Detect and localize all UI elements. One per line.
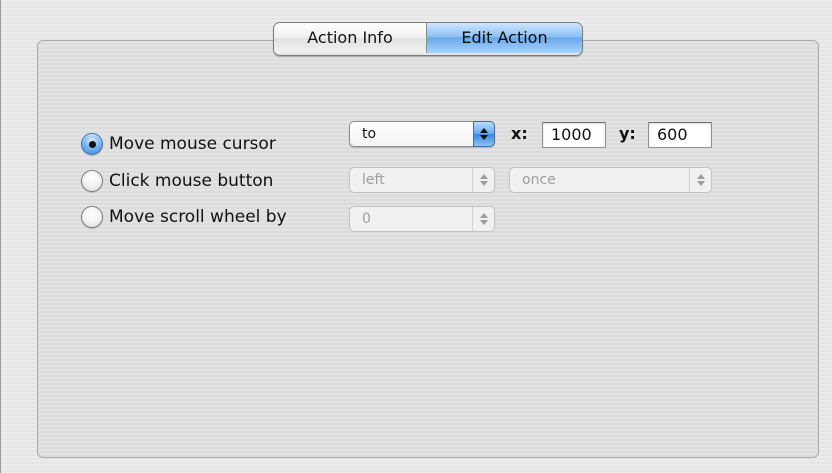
scroll-wheel-row[interactable]: Move scroll wheel by bbox=[81, 204, 287, 230]
tab-content-box bbox=[37, 40, 819, 458]
edit-action-panel: Action Info Edit Action Move mouse curso… bbox=[0, 0, 832, 473]
mouse-button-value: left bbox=[362, 172, 385, 188]
scroll-amount-popup: 0 bbox=[349, 206, 495, 232]
radio-selected-dot-icon bbox=[89, 141, 96, 148]
cursor-mode-value: to bbox=[362, 126, 377, 142]
move-cursor-label[interactable]: Move mouse cursor bbox=[109, 134, 276, 154]
scroll-amount-value: 0 bbox=[362, 211, 371, 227]
popup-arrows-icon bbox=[472, 207, 494, 231]
scroll-wheel-radio[interactable] bbox=[81, 206, 103, 228]
y-coordinate-field[interactable]: 600 bbox=[648, 122, 712, 148]
popup-arrows-icon bbox=[689, 168, 711, 192]
move-cursor-row[interactable]: Move mouse cursor bbox=[81, 131, 276, 157]
cursor-mode-popup[interactable]: to bbox=[349, 121, 495, 147]
tab-bar: Action Info Edit Action bbox=[273, 22, 583, 56]
click-count-popup: once bbox=[509, 167, 712, 193]
popup-arrows-icon bbox=[473, 121, 495, 147]
mouse-button-popup: left bbox=[349, 167, 495, 193]
click-button-label[interactable]: Click mouse button bbox=[109, 171, 273, 191]
x-coordinate-field[interactable]: 1000 bbox=[542, 122, 606, 148]
click-count-value: once bbox=[522, 172, 556, 188]
tab-edit-action[interactable]: Edit Action bbox=[427, 23, 582, 53]
x-label: x: bbox=[511, 124, 528, 143]
popup-arrows-icon bbox=[472, 168, 494, 192]
click-button-row[interactable]: Click mouse button bbox=[81, 168, 273, 194]
scroll-wheel-label[interactable]: Move scroll wheel by bbox=[109, 207, 287, 227]
y-label: y: bbox=[619, 124, 636, 143]
tab-action-info[interactable]: Action Info bbox=[274, 23, 427, 53]
click-button-radio[interactable] bbox=[81, 170, 103, 192]
move-cursor-radio[interactable] bbox=[81, 133, 103, 155]
